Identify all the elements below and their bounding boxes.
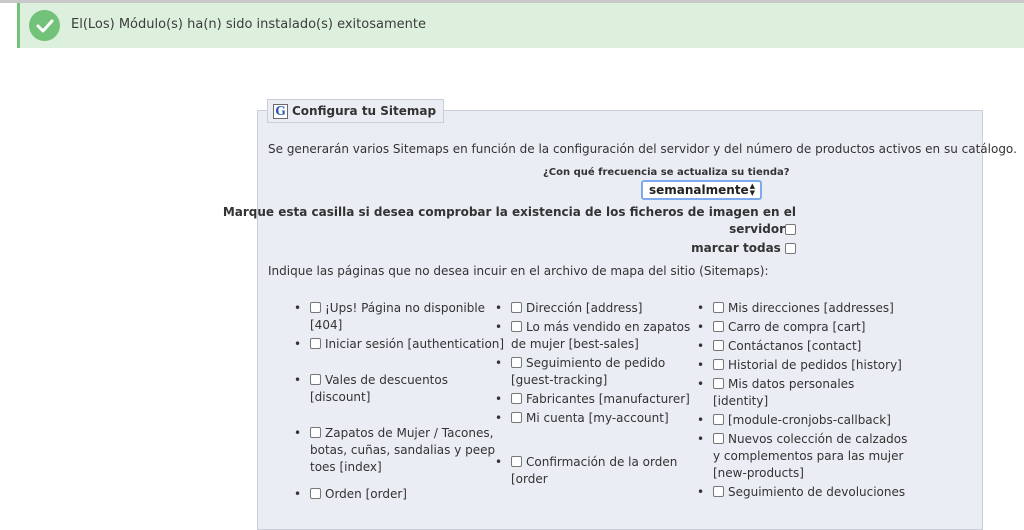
select-arrows-icon: ▲ ▼ xyxy=(749,182,755,197)
page-label: Mi cuenta [my-account] xyxy=(526,411,669,425)
exclude-pages-label: Indique las páginas que no desea incuir … xyxy=(268,264,769,278)
page-item: ¡Ups! Página no disponible [404] xyxy=(294,300,506,334)
page-label: Lo más vendido en zapatos de mujer [best… xyxy=(511,320,691,351)
page-checkbox[interactable] xyxy=(713,321,724,332)
page-checkbox[interactable] xyxy=(511,321,522,332)
page-checkbox[interactable] xyxy=(713,302,724,313)
page-label: Mis datos personales [identity] xyxy=(713,377,855,408)
page-checkbox[interactable] xyxy=(511,302,522,313)
page-item: Dirección [address] xyxy=(495,300,699,317)
page-label: Fabricantes [manufacturer] xyxy=(526,392,690,406)
page-label: Confirmación de la orden [order xyxy=(511,455,678,486)
page-label: Vales de descuentos [discount] xyxy=(310,373,448,404)
page-item: Carro de compra [cart] xyxy=(697,319,913,336)
frequency-value: semanalmente xyxy=(649,183,749,197)
check-images-row: servidor xyxy=(729,222,796,236)
frequency-select[interactable]: semanalmente ▲ ▼ xyxy=(641,180,762,200)
page-checkbox[interactable] xyxy=(310,374,321,385)
page-label: Contáctanos [contact] xyxy=(728,339,862,353)
panel-legend: G Configura tu Sitemap xyxy=(267,99,445,123)
page-label: Mis direcciones [addresses] xyxy=(728,301,894,315)
page-checkbox[interactable] xyxy=(511,412,522,423)
page-checkbox[interactable] xyxy=(713,414,724,425)
frequency-label: ¿Con qué frecuencia se actualiza su tien… xyxy=(543,167,790,178)
page-checkbox[interactable] xyxy=(310,338,321,349)
page-checkbox[interactable] xyxy=(713,433,724,444)
page-label: Historial de pedidos [history] xyxy=(728,358,902,372)
page-label: ¡Ups! Página no disponible [404] xyxy=(310,301,486,332)
page-item: [module-cronjobs-callback] xyxy=(697,412,913,429)
page-item: Nuevos colección de calzados y complemen… xyxy=(697,431,913,482)
page-checkbox[interactable] xyxy=(713,359,724,370)
page-checkbox[interactable] xyxy=(511,393,522,404)
page-item: Vales de descuentos [discount] xyxy=(294,372,506,406)
page-item: Orden [order] xyxy=(294,486,506,503)
page-checkbox[interactable] xyxy=(713,378,724,389)
page-item: Confirmación de la orden [order xyxy=(495,454,699,488)
success-alert: El(Los) Módulo(s) ha(n) sido instalado(s… xyxy=(17,3,1024,48)
page-label: Carro de compra [cart] xyxy=(728,320,866,334)
page-label: Seguimiento de devoluciones xyxy=(728,485,906,499)
panel-title: Configura tu Sitemap xyxy=(292,104,437,118)
intro-text: Se generarán varios Sitemaps en función … xyxy=(268,142,1017,156)
check-images-label-line2: servidor xyxy=(729,222,785,236)
pages-column-2: Dirección [address] Lo más vendido en za… xyxy=(495,300,699,490)
page-item: Zapatos de Mujer / Tacones, botas, cuñas… xyxy=(294,425,506,476)
page-item: Lo más vendido en zapatos de mujer [best… xyxy=(495,319,699,353)
page-label: Orden [order] xyxy=(325,487,407,501)
page-checkbox[interactable] xyxy=(713,340,724,351)
page-item: Mi cuenta [my-account] xyxy=(495,410,699,427)
page-checkbox[interactable] xyxy=(511,456,522,467)
check-all-checkbox[interactable] xyxy=(785,243,796,254)
check-all-row: marcar todas xyxy=(691,241,796,255)
page-label: Dirección [address] xyxy=(526,301,643,315)
pages-column-1: ¡Ups! Página no disponible [404] Iniciar… xyxy=(294,300,506,505)
page-item: Iniciar sesión [authentication] xyxy=(294,336,506,353)
page-item: Fabricantes [manufacturer] xyxy=(495,391,699,408)
page-item: Contáctanos [contact] xyxy=(697,338,913,355)
page-checkbox[interactable] xyxy=(511,357,522,368)
page-checkbox[interactable] xyxy=(310,302,321,313)
page-item: Historial de pedidos [history] xyxy=(697,357,913,374)
check-images-label-line1: Marque esta casilla si desea comprobar l… xyxy=(222,205,796,219)
page-checkbox[interactable] xyxy=(310,427,321,438)
page-item: Mis datos personales [identity] xyxy=(697,376,913,410)
google-icon: G xyxy=(273,103,288,119)
page-label: Seguimiento de pedido [guest-tracking] xyxy=(511,356,666,387)
check-images-checkbox[interactable] xyxy=(785,224,796,235)
page-item: Mis direcciones [addresses] xyxy=(697,300,913,317)
page-label: [module-cronjobs-callback] xyxy=(728,413,891,427)
page-item: Seguimiento de pedido [guest-tracking] xyxy=(495,355,699,389)
page-label: Zapatos de Mujer / Tacones, botas, cuñas… xyxy=(310,426,496,474)
check-icon xyxy=(29,10,60,41)
page-item: Seguimiento de devoluciones xyxy=(697,484,913,501)
page-label: Iniciar sesión [authentication] xyxy=(325,337,505,351)
success-message: El(Los) Módulo(s) ha(n) sido instalado(s… xyxy=(71,17,426,32)
page-checkbox[interactable] xyxy=(713,486,724,497)
check-all-label: marcar todas xyxy=(691,241,781,255)
page-checkbox[interactable] xyxy=(310,488,321,499)
